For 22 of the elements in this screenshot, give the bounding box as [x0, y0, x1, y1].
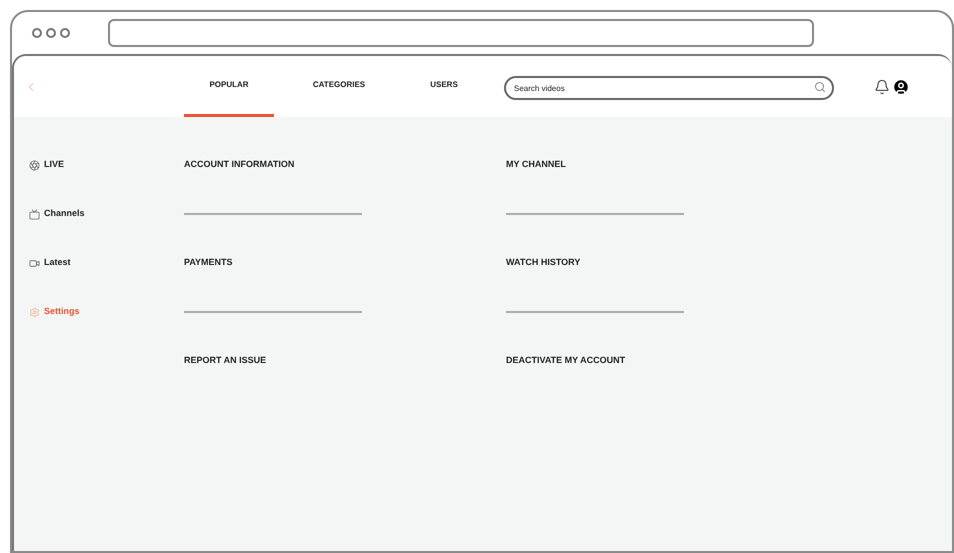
search-field[interactable]: Search videos — [504, 76, 834, 100]
tv-icon — [29, 208, 40, 220]
settings-link[interactable]: PAYMENTS — [184, 256, 506, 270]
sidebar-item[interactable]: Latest — [29, 255, 184, 271]
settings-link[interactable]: DEACTIVATE MY ACCOUNT — [506, 354, 828, 368]
nav-tab[interactable]: POPULAR — [184, 56, 274, 117]
settings-link[interactable]: ACCOUNT INFORMATION — [184, 158, 506, 172]
address-bar[interactable] — [108, 19, 814, 47]
video-camera-icon — [29, 258, 40, 268]
settings-link[interactable]: WATCH HISTORY — [506, 256, 828, 270]
window-controls-icon — [32, 28, 70, 38]
settings-link[interactable]: REPORT AN ISSUE — [184, 354, 506, 368]
nav-tab[interactable]: USERS — [404, 56, 484, 117]
account-icon[interactable] — [892, 78, 910, 96]
sidebar-item[interactable]: LIVE — [29, 157, 184, 173]
sidebar-item[interactable]: Channels — [29, 206, 184, 222]
gear-icon — [29, 306, 40, 318]
settings-link[interactable]: MY CHANNEL — [506, 158, 828, 172]
aperture-icon — [29, 160, 40, 170]
bell-icon[interactable] — [874, 78, 890, 94]
search-icon[interactable] — [814, 80, 826, 92]
nav-tab[interactable]: CATEGORIES — [294, 56, 384, 117]
